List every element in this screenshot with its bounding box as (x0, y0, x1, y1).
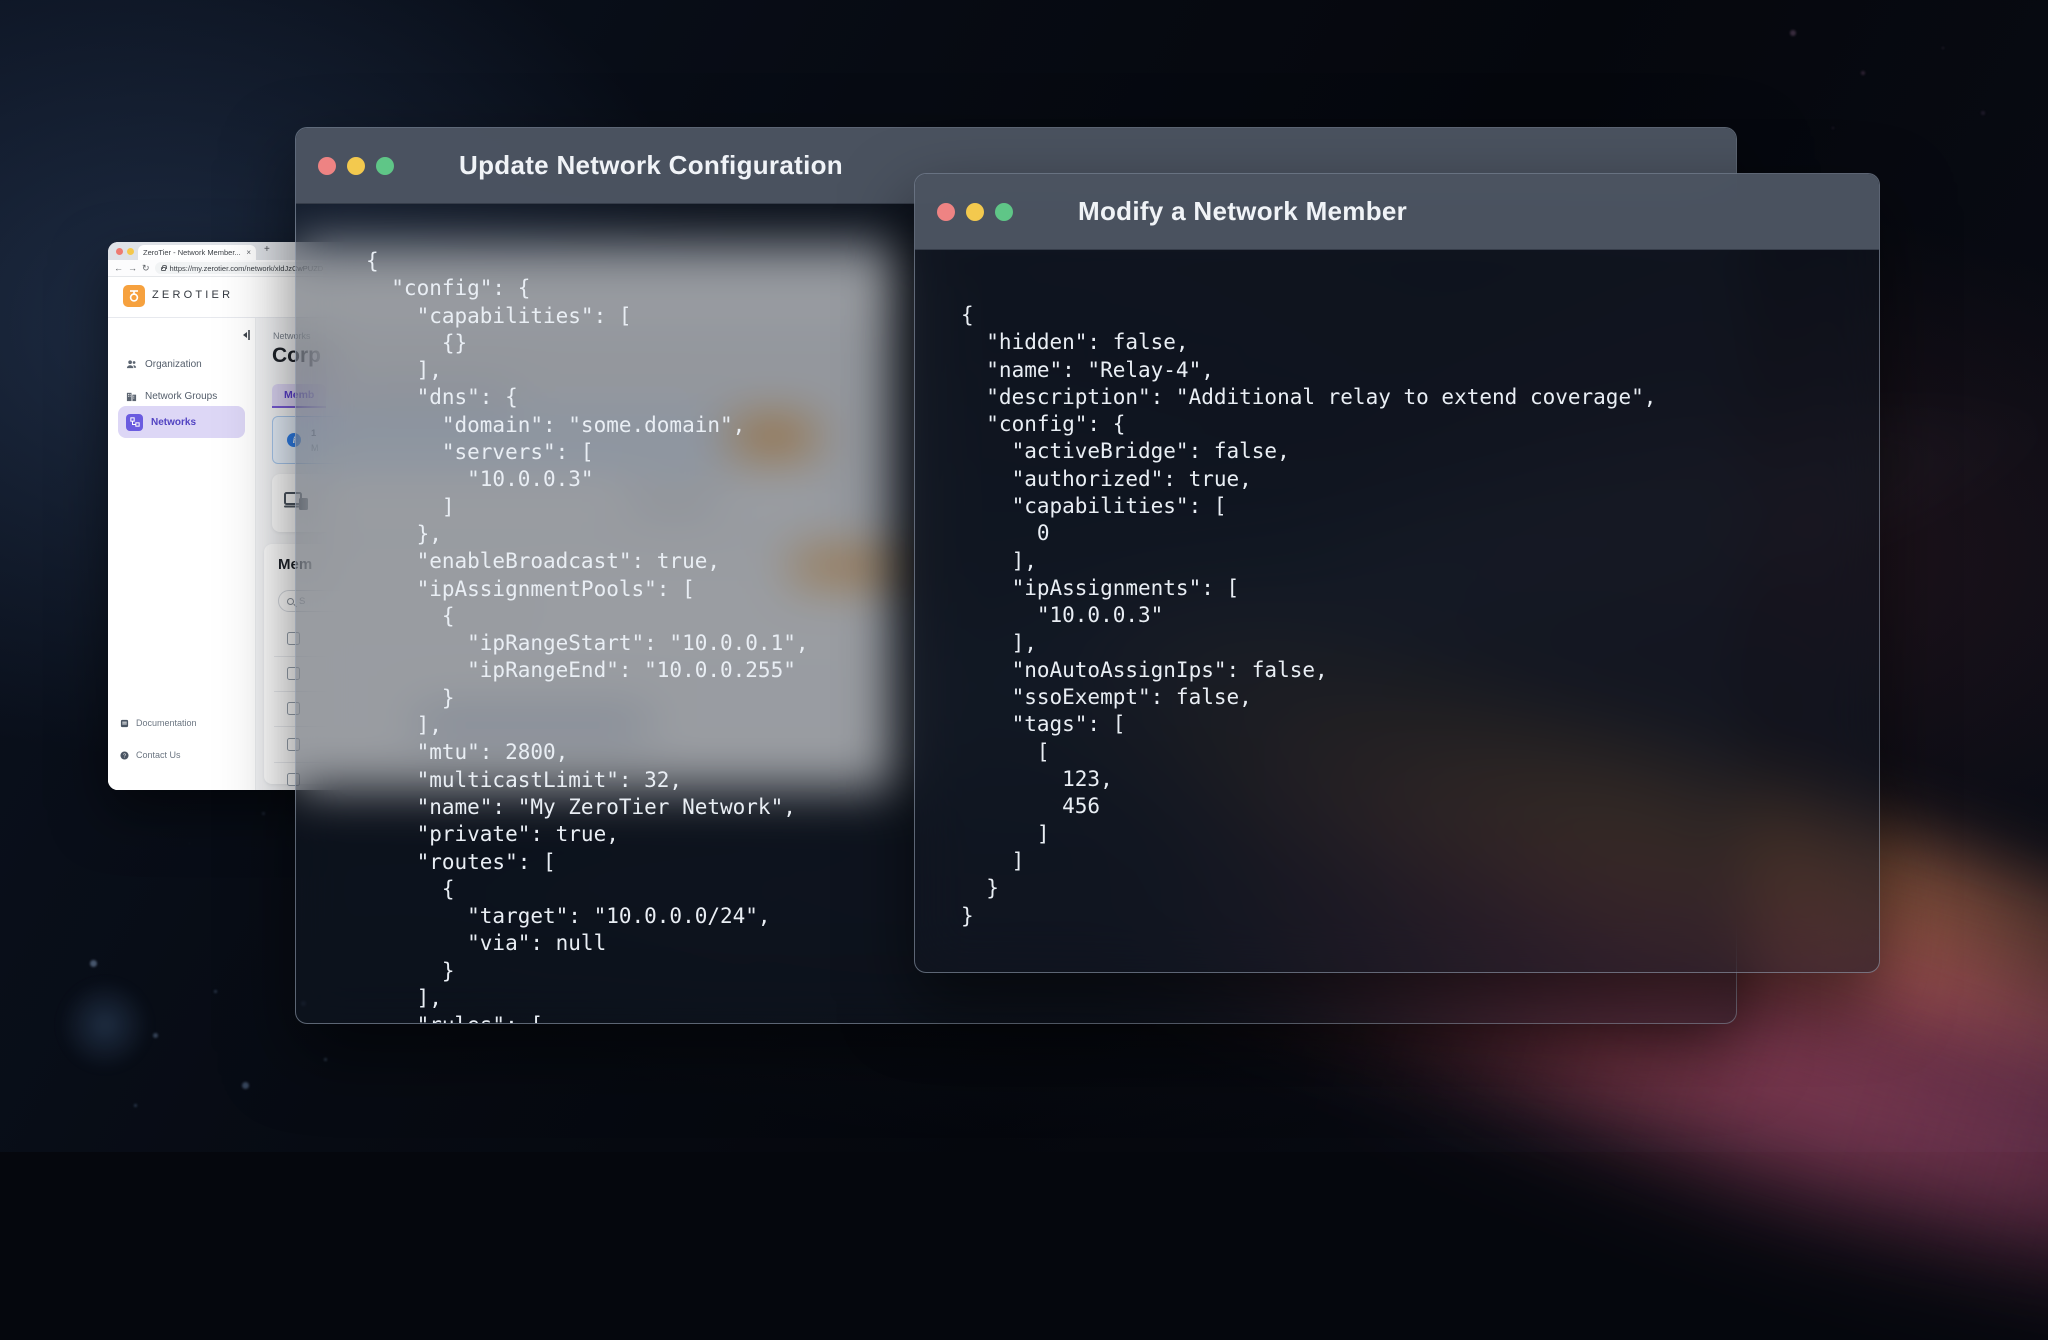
search-icon (287, 598, 294, 605)
sidebar-item-documentation[interactable]: Documentation (120, 716, 197, 730)
sidebar-footer-label: Documentation (136, 718, 197, 728)
close-button[interactable] (937, 203, 955, 221)
sidebar-footer-label: Contact Us (136, 750, 181, 760)
sidebar-item-contact-us[interactable]: ? Contact Us (120, 748, 181, 762)
window-title-bar[interactable]: Modify a Network Member (915, 174, 1879, 250)
close-button[interactable] (318, 157, 336, 175)
window-controls (318, 157, 394, 175)
sidebar-item-networks[interactable]: Networks (118, 406, 245, 438)
sidebar-item-organization[interactable]: Organization (118, 354, 245, 374)
sidebar-item-label: Network Groups (145, 391, 217, 402)
sidebar-collapse-icon[interactable] (240, 328, 252, 342)
modify-network-member-window: Modify a Network Member { "hidden": fals… (914, 173, 1880, 973)
window-title: Modify a Network Member (1078, 196, 1407, 227)
reload-icon[interactable]: ↻ (142, 264, 150, 273)
minimize-button[interactable] (966, 203, 984, 221)
back-icon[interactable]: ← (114, 264, 123, 273)
bokeh-glow (60, 980, 150, 1070)
sidebar-item-network-groups[interactable]: Network Groups (118, 386, 245, 406)
new-tab-button[interactable]: + (264, 244, 270, 255)
bokeh-dots (90, 960, 97, 967)
sidebar-item-label: Organization (145, 359, 202, 370)
sidebar-item-label: Networks (151, 417, 196, 428)
bokeh-dots-top-right (1790, 30, 1796, 36)
svg-text:?: ? (123, 753, 126, 759)
minimize-button[interactable] (347, 157, 365, 175)
zoom-button[interactable] (376, 157, 394, 175)
tab-close-icon[interactable]: × (246, 248, 251, 257)
zerotier-brand-text: ZEROTIER (152, 289, 233, 301)
browser-tab-title: ZeroTier - Network Member... (143, 248, 243, 257)
member-config-json: { "hidden": false, "name": "Relay-4", "d… (915, 250, 1879, 972)
people-icon (126, 359, 137, 370)
help-icon: ? (120, 751, 129, 760)
buildings-icon (126, 391, 137, 402)
zerotier-logo[interactable] (123, 285, 145, 307)
browser-close-button[interactable] (116, 248, 123, 255)
browser-tab[interactable]: ZeroTier - Network Member... × (138, 245, 256, 260)
window-title: Update Network Configuration (459, 150, 843, 181)
network-icon (126, 414, 143, 431)
window-controls (937, 203, 1013, 221)
zerotier-logo-glyph (127, 289, 141, 303)
sidebar: Organization Network Groups (108, 318, 256, 790)
doc-icon (120, 719, 129, 728)
lock-icon (161, 267, 166, 271)
zoom-button[interactable] (995, 203, 1013, 221)
forward-icon[interactable]: → (128, 264, 137, 273)
browser-minimize-button[interactable] (127, 248, 134, 255)
